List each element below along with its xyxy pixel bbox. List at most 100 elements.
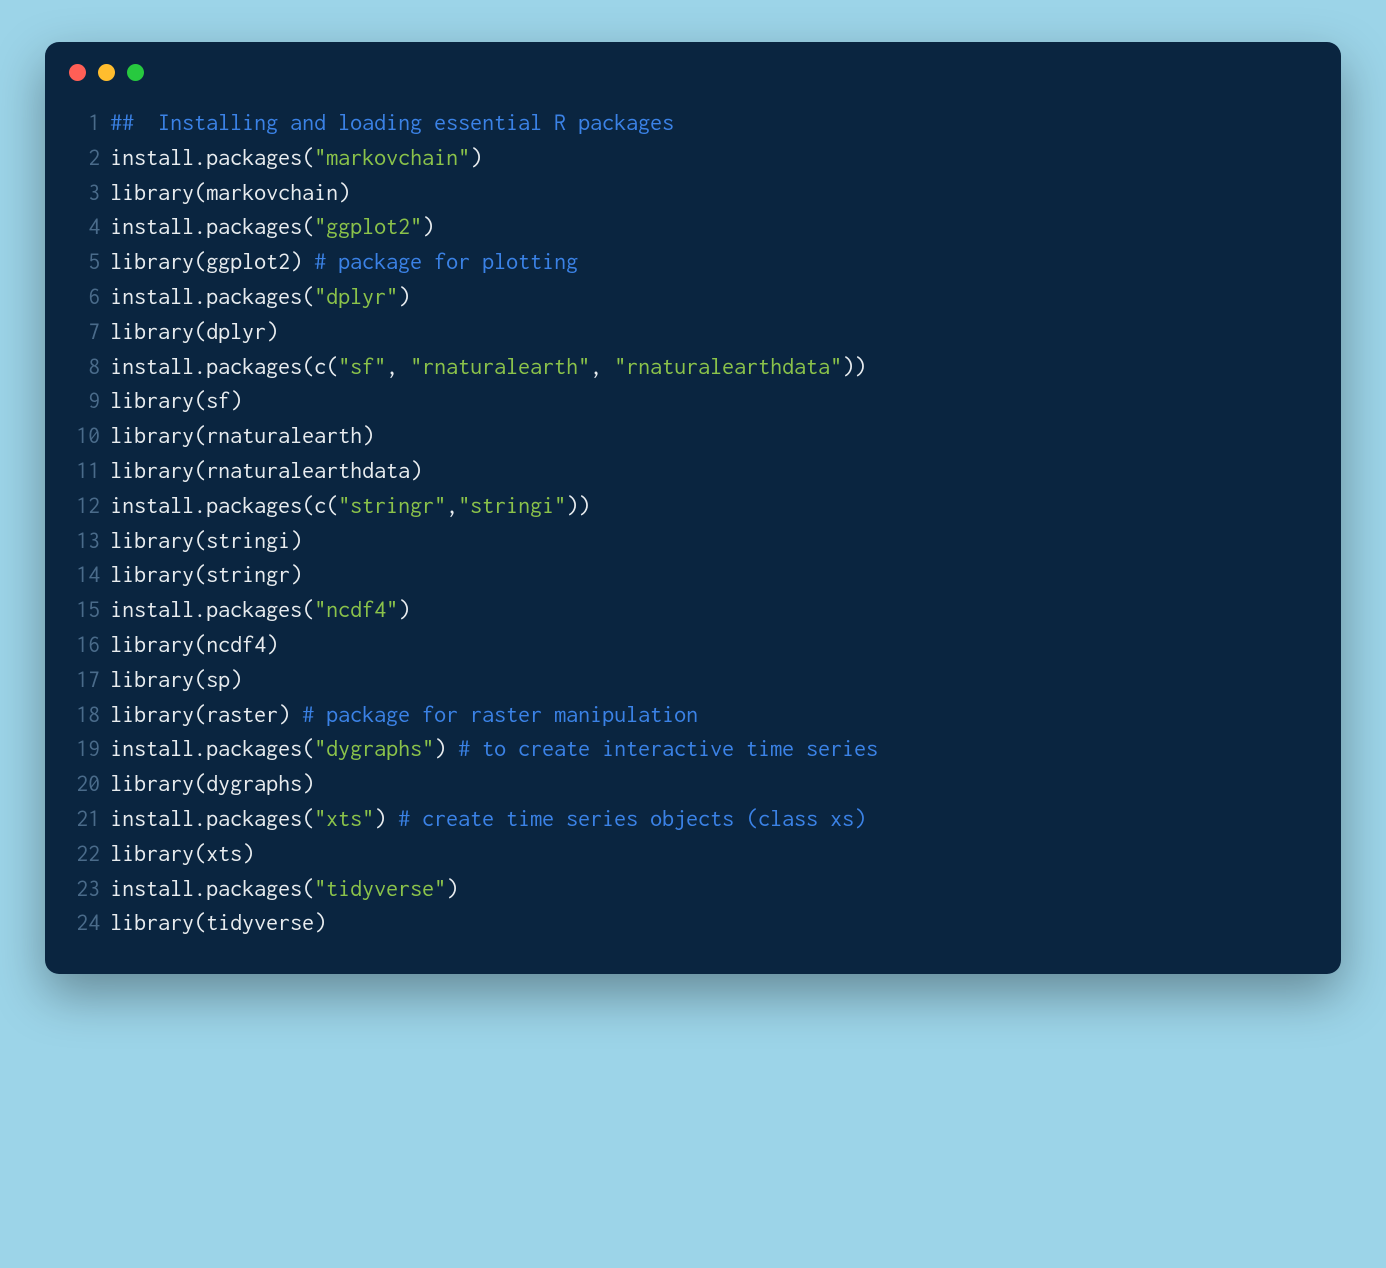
code-content[interactable]: install.packages("markovchain") <box>110 140 1317 175</box>
close-icon[interactable] <box>69 64 86 81</box>
token-punct: ( <box>302 213 314 239</box>
code-line[interactable]: 7library(dplyr) <box>69 314 1317 349</box>
token-punct: ( <box>194 422 206 448</box>
token-punct: )) <box>566 492 590 518</box>
token-punct: ( <box>194 318 206 344</box>
token-string: "markovchain" <box>314 144 470 170</box>
token-func: install.packages <box>110 144 302 170</box>
code-line[interactable]: 5 library(ggplot2) # package for plotting <box>69 244 1317 279</box>
token-punct: ) <box>410 457 422 483</box>
token-punct: ) <box>290 527 302 553</box>
code-content[interactable]: library(dygraphs) <box>110 766 1317 801</box>
code-line[interactable]: 11library(rnaturalearthdata) <box>69 453 1317 488</box>
line-number: 16 <box>69 627 100 662</box>
token-punct: ) <box>338 179 350 205</box>
code-content[interactable]: library(markovchain) <box>110 175 1317 210</box>
code-line[interactable]: 12install.packages(c("stringr","stringi"… <box>69 488 1317 523</box>
code-line[interactable]: 15install.packages("ncdf4") <box>69 592 1317 627</box>
token-func: install.packages <box>110 353 302 379</box>
code-content[interactable]: install.packages("xts") # create time se… <box>110 801 1317 836</box>
code-editor[interactable]: 1 ## Installing and loading essential R p… <box>45 91 1341 940</box>
token-func: install.packages <box>110 875 302 901</box>
token-string: "tidyverse" <box>314 875 446 901</box>
code-content[interactable]: library(sp) <box>110 662 1317 697</box>
token-func: library <box>110 457 194 483</box>
code-line[interactable]: 22 library(xts) <box>69 836 1317 871</box>
token-punct: ( <box>194 909 206 935</box>
code-content[interactable]: library(ncdf4) <box>110 627 1317 662</box>
line-number: 5 <box>69 244 100 279</box>
line-number: 22 <box>69 836 100 871</box>
line-number: 1 <box>69 105 100 140</box>
code-content[interactable]: library(rnaturalearth) <box>110 418 1317 453</box>
line-number: 20 <box>69 766 100 801</box>
code-line[interactable]: 21install.packages("xts") # create time … <box>69 801 1317 836</box>
code-line[interactable]: 17library(sp) <box>69 662 1317 697</box>
code-line[interactable]: 19 install.packages("dygraphs") # to crea… <box>69 731 1317 766</box>
token-func: library <box>110 179 194 205</box>
token-func: install.packages <box>110 805 302 831</box>
token-func: library <box>110 770 194 796</box>
code-line[interactable]: 6install.packages("dplyr") <box>69 279 1317 314</box>
code-content[interactable]: library(raster) # package for raster man… <box>110 697 1317 732</box>
token-punct: ) <box>374 805 386 831</box>
token-string: "xts" <box>314 805 374 831</box>
token-punct: ( <box>326 492 338 518</box>
token-ident: dplyr <box>206 318 266 344</box>
token-punct: ( <box>194 840 206 866</box>
token-string: "ncdf4" <box>314 596 398 622</box>
code-line[interactable]: 1 ## Installing and loading essential R p… <box>69 105 1317 140</box>
code-line[interactable]: 2install.packages("markovchain") <box>69 140 1317 175</box>
code-content[interactable]: install.packages("dplyr") <box>110 279 1317 314</box>
code-content[interactable]: library(rnaturalearthdata) <box>110 453 1317 488</box>
code-content[interactable]: install.packages("dygraphs") # to create… <box>110 731 1317 766</box>
token-punct <box>302 248 314 274</box>
token-punct: ( <box>302 283 314 309</box>
token-ident: sf <box>206 387 230 413</box>
code-content[interactable]: install.packages("ggplot2") <box>110 209 1317 244</box>
code-line[interactable]: 3library(markovchain) <box>69 175 1317 210</box>
code-line[interactable]: 4install.packages("ggplot2") <box>69 209 1317 244</box>
token-punct <box>386 805 398 831</box>
zoom-icon[interactable] <box>127 64 144 81</box>
line-number: 23 <box>69 871 100 906</box>
token-punct: ) <box>278 701 290 727</box>
token-punct: ) <box>422 213 434 239</box>
code-content[interactable]: library(stringi) <box>110 523 1317 558</box>
code-line[interactable]: 10library(rnaturalearth) <box>69 418 1317 453</box>
code-content[interactable]: library(stringr) <box>110 557 1317 592</box>
code-line[interactable]: 24library(tidyverse) <box>69 905 1317 940</box>
code-content[interactable]: install.packages("ncdf4") <box>110 592 1317 627</box>
token-punct: ( <box>194 666 206 692</box>
code-content[interactable]: library(xts) <box>110 836 1317 871</box>
code-line[interactable]: 23 install.packages("tidyverse") <box>69 871 1317 906</box>
code-content[interactable]: install.packages(c("stringr","stringi")) <box>110 488 1317 523</box>
code-content[interactable]: library(dplyr) <box>110 314 1317 349</box>
token-string: "dplyr" <box>314 283 398 309</box>
code-line[interactable]: 9library(sf) <box>69 383 1317 418</box>
token-string: "stringi" <box>458 492 566 518</box>
code-line[interactable]: 16 library(ncdf4) <box>69 627 1317 662</box>
token-func: library <box>110 248 194 274</box>
code-content[interactable]: install.packages(c("sf", "rnaturalearth"… <box>110 349 1317 384</box>
code-content[interactable]: library(sf) <box>110 383 1317 418</box>
code-content[interactable]: ## Installing and loading essential R pa… <box>110 105 1317 140</box>
code-content[interactable]: library(tidyverse) <box>110 905 1317 940</box>
token-comment: # package for raster manipulation <box>302 701 698 727</box>
token-func: library <box>110 909 194 935</box>
code-content[interactable]: install.packages("tidyverse") <box>110 871 1317 906</box>
token-func: install.packages <box>110 213 302 239</box>
token-string: "stringr" <box>338 492 446 518</box>
token-ident: sp <box>206 666 230 692</box>
line-number: 19 <box>69 731 100 766</box>
code-line[interactable]: 18library(raster) # package for raster m… <box>69 697 1317 732</box>
line-number: 13 <box>69 523 100 558</box>
minimize-icon[interactable] <box>98 64 115 81</box>
code-line[interactable]: 14library(stringr) <box>69 557 1317 592</box>
code-content[interactable]: library(ggplot2) # package for plotting <box>110 244 1317 279</box>
code-line[interactable]: 8install.packages(c("sf", "rnaturalearth… <box>69 349 1317 384</box>
code-line[interactable]: 13 library(stringi) <box>69 523 1317 558</box>
token-func: library <box>110 631 194 657</box>
code-line[interactable]: 20 library(dygraphs) <box>69 766 1317 801</box>
token-punct <box>290 701 302 727</box>
